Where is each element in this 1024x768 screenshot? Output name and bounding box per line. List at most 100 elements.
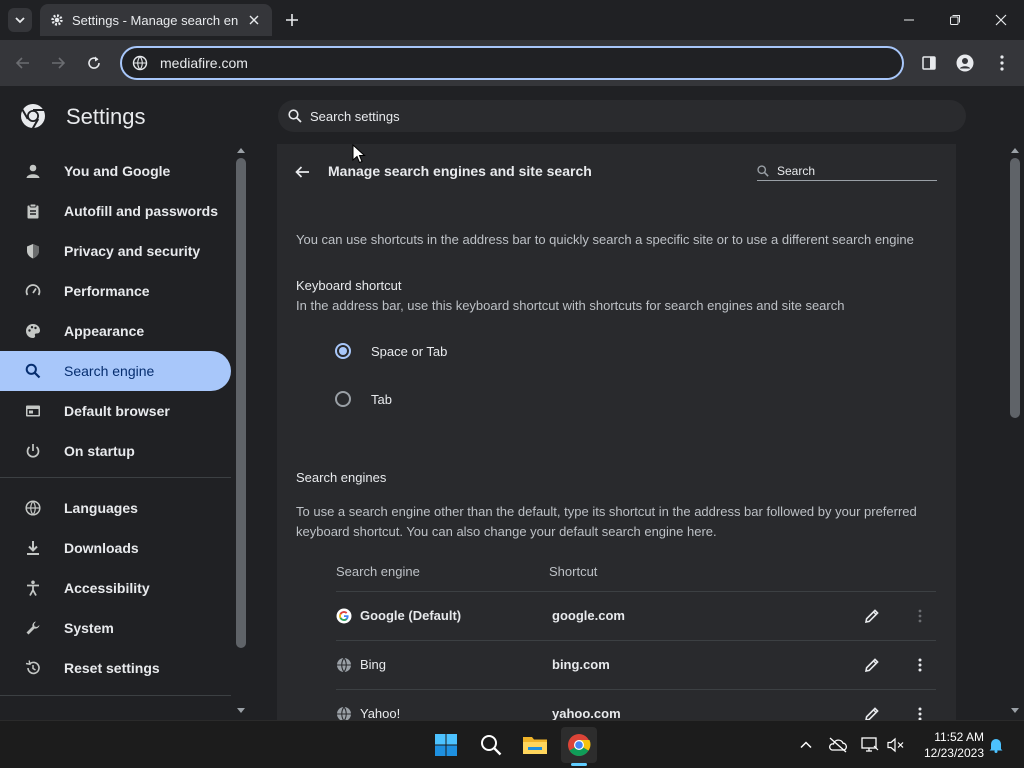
sidebar-item-label: Downloads [64,540,139,556]
radio-label[interactable]: Tab [371,392,392,407]
edit-engine-button[interactable] [862,704,882,720]
tab-search-button[interactable] [8,8,32,32]
settings-search-box[interactable]: Search settings [278,100,966,132]
profile-icon [956,54,974,72]
file-explorer-button[interactable] [517,727,553,763]
radio-option-tab[interactable]: Tab [335,391,392,407]
more-actions-button[interactable] [910,606,930,626]
taskbar-search-button[interactable] [473,727,509,763]
page-search-placeholder[interactable]: Search [777,164,815,178]
google-icon [336,608,352,624]
keyboard-shortcut-heading: Keyboard shortcut [296,278,402,293]
search-engines-heading: Search engines [296,470,387,485]
engine-shortcut: google.com [552,608,625,623]
sidebar-item-downloads[interactable]: Downloads [0,528,231,568]
engine-name: Google (Default) [360,608,462,623]
chevron-up-icon [800,741,812,749]
forward-button[interactable] [46,51,70,75]
start-button[interactable] [428,727,464,763]
radio-button[interactable] [335,391,351,407]
mouse-cursor-icon [352,144,366,164]
keyboard-shortcut-description: In the address bar, use this keyboard sh… [296,298,845,313]
sidebar-scrollbar[interactable] [233,144,249,720]
sidebar-item-on-startup[interactable]: On startup [0,431,231,471]
monitor-icon [861,737,879,752]
side-panel-button[interactable] [917,51,941,75]
sidebar-item-accessibility[interactable]: Accessibility [0,568,231,608]
sidebar-item-label: Languages [64,500,138,516]
cloud-offline-icon [829,737,847,753]
clipboard-icon [24,202,42,220]
power-icon [24,442,42,460]
sidebar-item-reset-settings[interactable]: Reset settings [0,648,231,688]
settings-sidebar: You and Google Autofill and passwords Pr… [0,144,250,720]
new-tab-button[interactable] [282,10,302,30]
close-tab-icon[interactable] [246,12,262,28]
volume-tray-button[interactable] [886,735,906,755]
page-scrollbar[interactable] [1006,144,1024,720]
radio-option-space-or-tab[interactable]: Space or Tab [335,343,447,359]
more-actions-button[interactable] [910,655,930,675]
sidebar-scrollbar-thumb[interactable] [236,158,246,648]
download-icon [24,539,42,557]
show-hidden-icons-button[interactable] [796,735,816,755]
sidebar-item-default-browser[interactable]: Default browser [0,391,231,431]
speedometer-icon [24,282,42,300]
radio-label[interactable]: Space or Tab [371,344,447,359]
sidebar-item-system[interactable]: System [0,608,231,648]
gear-icon [51,14,63,26]
site-info-icon[interactable] [132,55,148,71]
scroll-up-arrow-icon[interactable] [1011,147,1019,153]
restore-button[interactable] [943,8,967,32]
sidebar-item-languages[interactable]: Languages [0,488,231,528]
sidebar-item-search-engine[interactable]: Search engine [0,351,231,391]
back-button[interactable] [11,51,35,75]
address-text[interactable]: mediafire.com [160,55,248,71]
sidebar-item-label: Appearance [64,323,145,339]
title-bar: Settings - Manage search engines and sit… [0,0,1024,40]
settings-search-placeholder[interactable]: Search settings [310,109,400,124]
edit-engine-button[interactable] [862,606,882,626]
onedrive-tray-button[interactable] [828,735,848,755]
settings-title: Settings [66,104,146,129]
page-search-field[interactable]: Search [757,161,937,181]
sidebar-item-appearance[interactable]: Appearance [0,311,231,351]
address-bar[interactable]: mediafire.com [120,46,904,80]
profile-button[interactable] [953,51,977,75]
column-header-shortcut: Shortcut [549,564,598,579]
scroll-down-arrow-icon[interactable] [237,708,245,714]
edit-engine-button[interactable] [862,655,882,675]
back-arrow-button[interactable] [291,161,313,183]
display-tray-button[interactable] [860,735,880,755]
windows-start-icon [435,734,457,756]
sidebar-item-label: Search engine [64,363,155,379]
sidebar-item-you-and-google[interactable]: You and Google [0,151,231,191]
close-window-button[interactable] [989,8,1013,32]
sidebar-item-privacy[interactable]: Privacy and security [0,231,231,271]
system-clock[interactable]: 11:52 AM 12/23/2023 [912,729,984,761]
tab-title: Settings - Manage search engines and sit… [72,12,238,28]
scroll-down-arrow-icon[interactable] [1011,708,1019,714]
table-row: Google (Default) google.com [336,592,936,641]
chrome-taskbar-button[interactable] [561,727,597,763]
person-icon [24,162,42,180]
sidebar-item-performance[interactable]: Performance [0,271,231,311]
page-scrollbar-thumb[interactable] [1010,158,1020,418]
more-vert-icon [918,658,922,672]
chrome-icon [568,734,591,756]
pencil-icon [864,609,879,624]
chrome-menu-button[interactable] [990,51,1014,75]
radio-button-checked[interactable] [335,343,351,359]
close-icon [995,14,1007,26]
scroll-up-arrow-icon[interactable] [237,147,245,153]
sidebar-item-label: You and Google [64,163,171,179]
active-app-indicator [571,763,587,766]
sidebar-item-autofill[interactable]: Autofill and passwords [0,191,231,231]
browser-tab[interactable]: Settings - Manage search engines and sit… [40,4,272,36]
more-actions-button[interactable] [910,704,930,720]
notifications-button[interactable] [986,735,1006,755]
minimize-button[interactable] [897,8,921,32]
globe-icon [337,706,351,720]
clock-time: 11:52 AM [934,730,984,744]
reload-button[interactable] [82,51,106,75]
